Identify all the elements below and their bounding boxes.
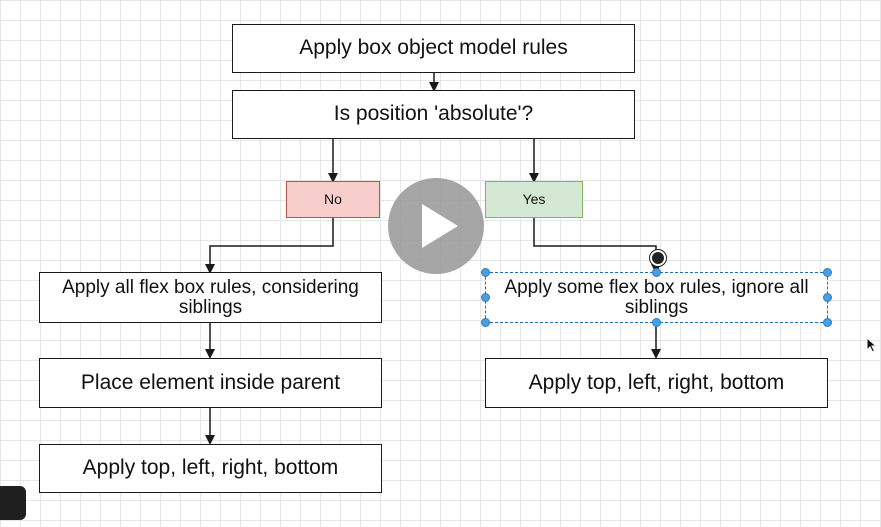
edge-no-to-flex-all <box>205 218 334 274</box>
node-apply-box-model[interactable]: Apply box object model rules <box>232 24 635 73</box>
node-yes[interactable]: Yes <box>485 181 583 218</box>
mouse-cursor-icon <box>866 337 878 353</box>
resize-handle-bottom-left[interactable] <box>481 318 490 327</box>
node-apply-tlrb-right-label: Apply top, left, right, bottom <box>528 370 785 394</box>
corner-control-button[interactable] <box>0 486 26 520</box>
node-apply-tlrb-left-label: Apply top, left, right, bottom <box>82 456 339 480</box>
resize-handle-middle-right[interactable] <box>823 293 832 302</box>
node-no-label: No <box>324 191 342 208</box>
resize-handle-top-left[interactable] <box>481 268 490 277</box>
edge-yes-to-flex-some <box>533 218 661 274</box>
node-is-absolute-label: Is position 'absolute'? <box>333 102 534 126</box>
node-place-inside[interactable]: Place element inside parent <box>39 358 382 408</box>
node-flex-some-line1: Apply some flex box rules, ignore all <box>504 276 809 298</box>
resize-handle-top-center[interactable] <box>652 268 661 277</box>
resize-handle-bottom-right[interactable] <box>823 318 832 327</box>
node-no[interactable]: No <box>286 181 380 218</box>
play-icon <box>422 204 458 248</box>
node-is-absolute[interactable]: Is position 'absolute'? <box>232 90 635 139</box>
connection-point-icon[interactable] <box>650 250 666 266</box>
node-flex-some[interactable]: Apply some flex box rules, ignore all si… <box>485 272 828 323</box>
resize-handle-middle-left[interactable] <box>481 293 490 302</box>
resize-handle-bottom-center[interactable] <box>652 318 661 327</box>
node-apply-tlrb-right[interactable]: Apply top, left, right, bottom <box>485 358 828 408</box>
node-flex-all-line2: siblings <box>178 296 243 318</box>
node-yes-label: Yes <box>522 191 546 208</box>
node-apply-tlrb-left[interactable]: Apply top, left, right, bottom <box>39 444 382 493</box>
play-button[interactable] <box>388 178 484 274</box>
node-flex-some-line2: siblings <box>624 296 689 318</box>
node-flex-all-line1: Apply all flex box rules, considering <box>62 276 359 298</box>
node-place-inside-label: Place element inside parent <box>80 370 341 394</box>
node-apply-box-model-label: Apply box object model rules <box>299 36 568 60</box>
resize-handle-top-right[interactable] <box>823 268 832 277</box>
node-flex-all[interactable]: Apply all flex box rules, considering si… <box>39 272 382 323</box>
